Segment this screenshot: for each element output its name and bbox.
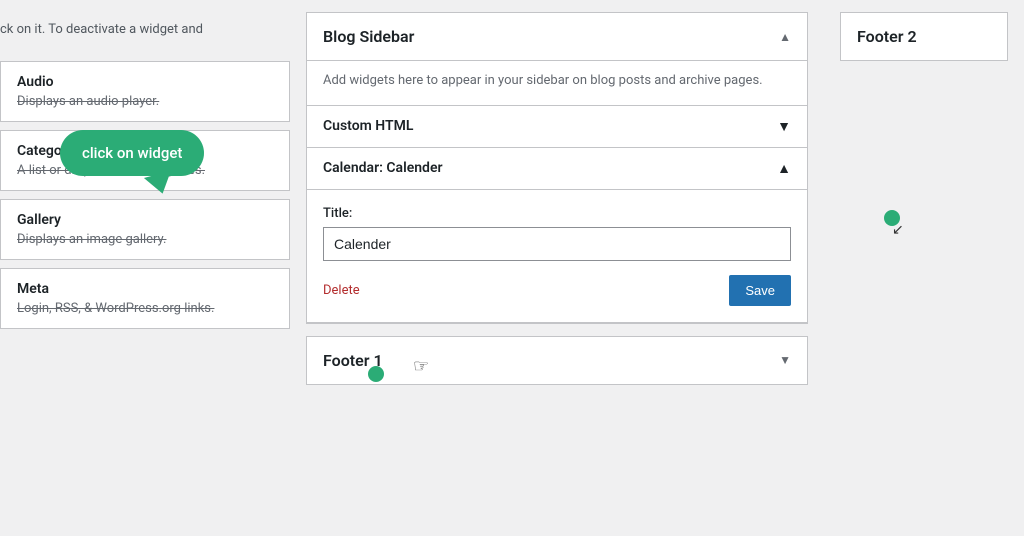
title-field-label: Title: [323, 206, 791, 221]
cursor-arrow-right: ↙ [892, 222, 904, 238]
custom-html-widget[interactable]: Custom HTML ▼ [307, 106, 807, 148]
custom-html-label: Custom HTML [323, 118, 413, 134]
widget-actions: Delete Save [323, 275, 791, 306]
left-panel: ck on it. To deactivate a widget and cli… [0, 0, 290, 536]
calendar-widget-header[interactable]: Calendar: Calender ▲ [307, 148, 807, 190]
widget-audio-name: Audio [17, 74, 273, 90]
blog-sidebar-header[interactable]: Blog Sidebar ▲ [307, 13, 807, 61]
widget-gallery-desc: Displays an image gallery. [17, 232, 273, 247]
calendar-widget-body: Title: Delete Save [307, 190, 807, 323]
widget-audio[interactable]: Audio Displays an audio player. [0, 61, 290, 122]
widget-gallery-name: Gallery [17, 212, 273, 228]
widget-meta-desc: Login, RSS, & WordPress.org links. [17, 301, 273, 316]
delete-link[interactable]: Delete [323, 283, 360, 298]
cursor-hand: ☞ [413, 356, 429, 377]
calendar-widget-label: Calendar: Calender [323, 160, 443, 176]
footer1-arrow: ▼ [779, 353, 791, 367]
intro-text: ck on it. To deactivate a widget and [0, 20, 290, 61]
calendar-widget-arrow: ▲ [777, 160, 791, 177]
footer2-title: Footer 2 [857, 27, 917, 46]
footer2-header[interactable]: Footer 2 [841, 13, 1007, 60]
tooltip-bubble: click on widget [60, 130, 204, 176]
widget-gallery[interactable]: Gallery Displays an image gallery. [0, 199, 290, 260]
blog-sidebar-description: Add widgets here to appear in your sideb… [307, 61, 807, 106]
tooltip-text: click on widget [82, 144, 182, 162]
widget-meta[interactable]: Meta Login, RSS, & WordPress.org links. [0, 268, 290, 329]
page-wrapper: ck on it. To deactivate a widget and cli… [0, 0, 1024, 536]
blog-sidebar-section: Blog Sidebar ▲ Add widgets here to appea… [306, 12, 808, 324]
footer2-section: Footer 2 [840, 12, 1008, 61]
save-button[interactable]: Save [729, 275, 791, 306]
right-panel: Footer 2 ↙ [824, 0, 1024, 536]
widget-meta-name: Meta [17, 281, 273, 297]
cursor-dot-delete [368, 366, 384, 382]
blog-sidebar-arrow-up: ▲ [779, 30, 791, 44]
title-field-input[interactable] [323, 227, 791, 261]
custom-html-arrow: ▼ [777, 118, 791, 135]
middle-panel: Blog Sidebar ▲ Add widgets here to appea… [290, 0, 824, 536]
blog-sidebar-title: Blog Sidebar [323, 27, 414, 46]
widget-audio-desc: Displays an audio player. [17, 94, 273, 109]
